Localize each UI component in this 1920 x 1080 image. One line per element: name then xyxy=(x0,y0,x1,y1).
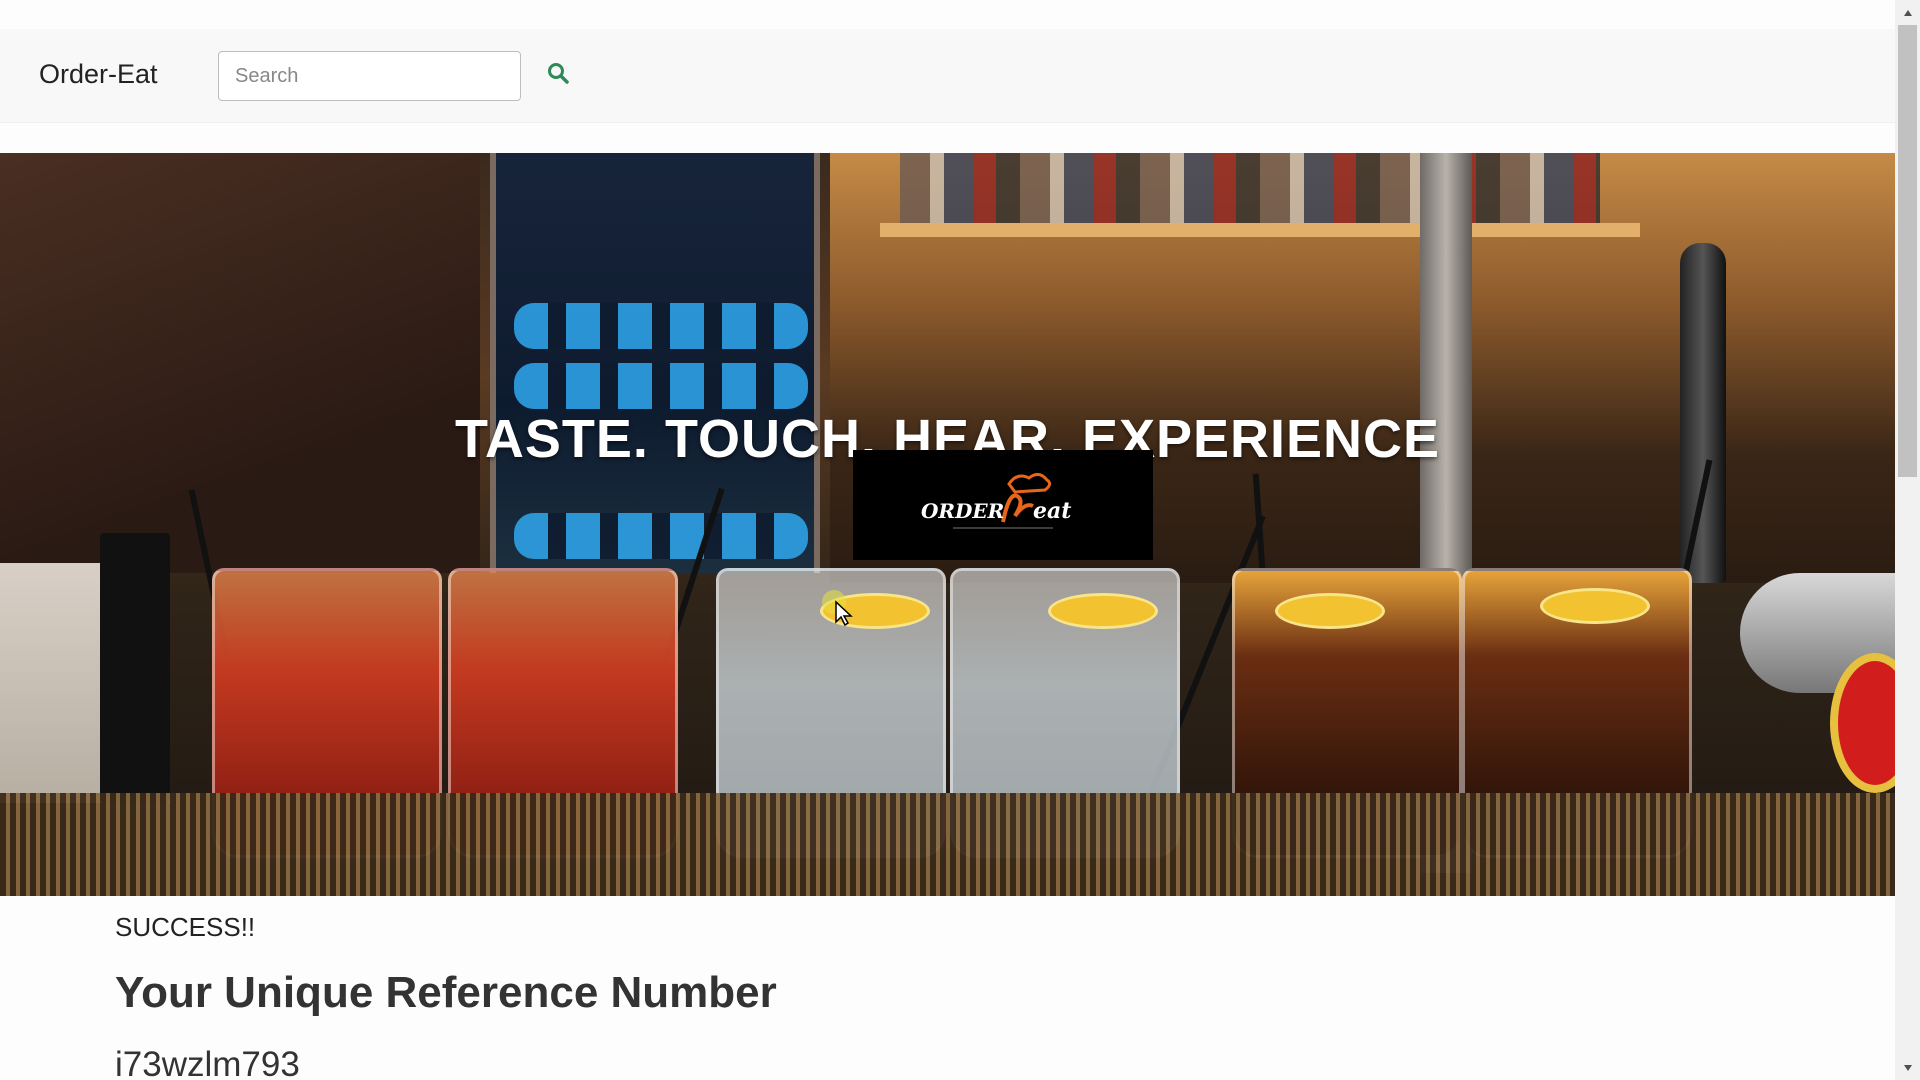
hero-bg-shelf-board xyxy=(880,223,1640,237)
lemon-slice xyxy=(1540,588,1650,624)
lemon-slice xyxy=(1275,593,1385,629)
svg-text:ORDER: ORDER xyxy=(921,499,1004,523)
search-icon[interactable] xyxy=(544,59,572,87)
hero-banner: TASTE. TOUCH. HEAR. EXPERIENCE ORDER eat xyxy=(0,153,1895,896)
reference-number: i73wzlm793 xyxy=(115,1045,300,1080)
order-eat-logo: ORDER eat xyxy=(853,450,1153,560)
hero-bg-bottles xyxy=(900,153,1600,223)
navbar: Order-Eat xyxy=(0,29,1895,123)
hero-bg-bar-mat xyxy=(0,793,1895,896)
vertical-scrollbar[interactable] xyxy=(1895,0,1920,1080)
success-message: SUCCESS!! xyxy=(115,912,256,942)
search-input[interactable] xyxy=(218,51,521,101)
page-viewport: Order-Eat Search TASTE. TOUCH. HEAR. EXP… xyxy=(0,0,1895,1080)
brand-link[interactable]: Order-Eat xyxy=(39,59,158,90)
scroll-up-arrow-icon[interactable] xyxy=(1895,0,1920,25)
hero-bg-fridge xyxy=(490,153,820,573)
mouse-cursor-icon xyxy=(822,590,862,630)
svg-text:eat: eat xyxy=(1033,498,1071,524)
reference-heading: Your Unique Reference Number xyxy=(115,968,777,1017)
lemon-slice xyxy=(1048,593,1158,629)
scroll-down-arrow-icon[interactable] xyxy=(1895,1055,1920,1080)
hero-bg-napkin-holder xyxy=(100,533,170,803)
scrollbar-thumb[interactable] xyxy=(1898,25,1917,477)
hero-bg-shelf xyxy=(0,153,480,573)
